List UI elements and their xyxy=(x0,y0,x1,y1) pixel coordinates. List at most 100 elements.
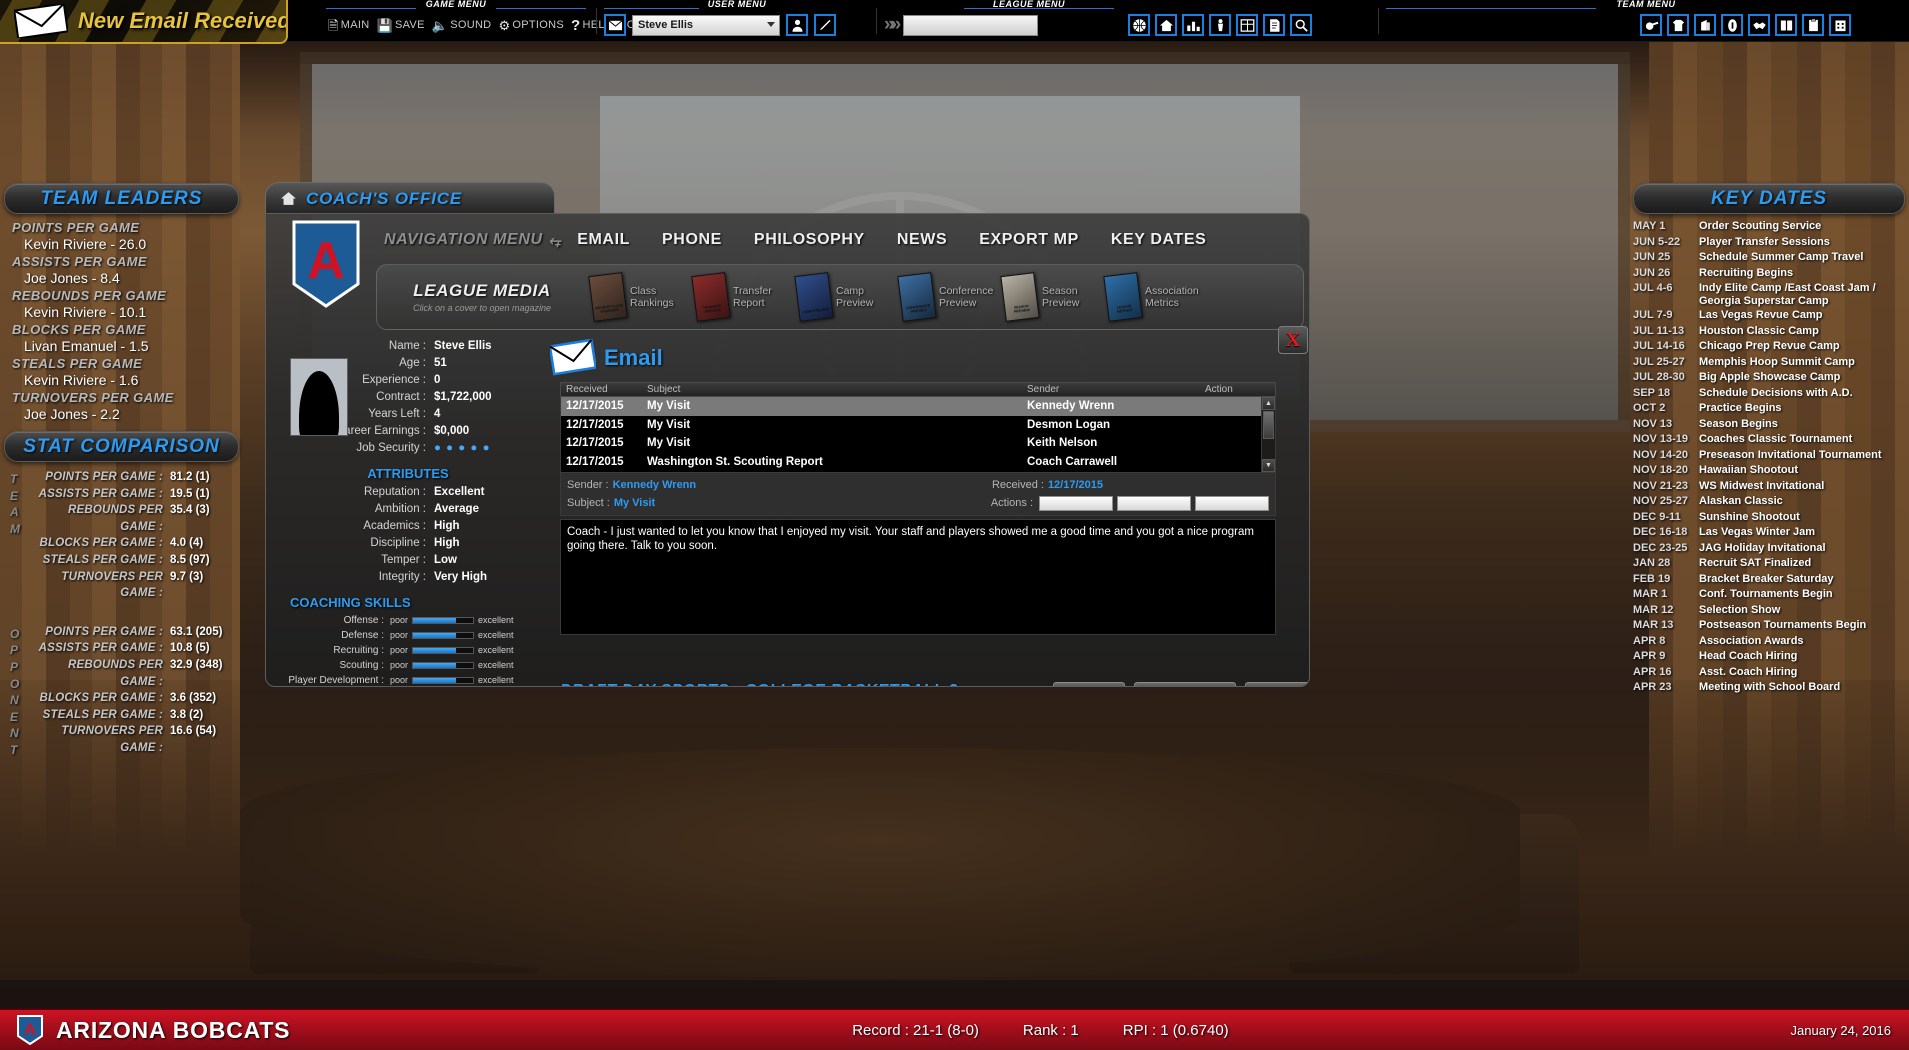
magazine-cover-item[interactable]: TRANSFER PREVIEW Transfer Report xyxy=(691,272,795,322)
nav-tab-news[interactable]: NEWS xyxy=(881,231,963,249)
magazine-cover-item[interactable]: SEASON PREVIEW Season Preview xyxy=(1000,272,1104,322)
user-edit-button[interactable] xyxy=(814,14,836,36)
magazine-cover-item[interactable]: LEAGUE METRICS Association Metrics xyxy=(1103,272,1207,322)
delete-all-checkbox[interactable] xyxy=(966,685,978,686)
magazine-cover-item[interactable]: CONFERENCE PREVIEW Conference Preview xyxy=(897,272,1001,322)
scrollbar-thumb[interactable] xyxy=(1263,411,1274,439)
user-select[interactable]: Steve Ellis xyxy=(632,14,780,36)
nav-tab-email[interactable]: EMAIL xyxy=(561,231,646,249)
action-slot-1[interactable] xyxy=(1039,495,1113,511)
whistle-icon xyxy=(1645,21,1658,30)
user-profile-button[interactable] xyxy=(786,14,808,36)
key-date-row: OCT 2 Practice Begins xyxy=(1633,401,1905,417)
nav-tab-export-mp[interactable]: EXPORT MP xyxy=(963,231,1095,249)
team-menu-buttons xyxy=(1640,11,1851,39)
key-date-row: JUL 4-6 Indy Elite Camp /East Coast Jam /… xyxy=(1633,281,1905,308)
close-icon[interactable]: X xyxy=(1278,326,1308,354)
attribute-row: Temper : Low xyxy=(282,552,534,569)
email-received: 12/17/2015 xyxy=(566,437,624,450)
team-roster-button[interactable] xyxy=(1667,14,1689,36)
email-row[interactable]: 12/17/2015 Washington St. Scouting Report… xyxy=(561,453,1275,472)
delete-button[interactable]: DELETE xyxy=(1052,682,1125,686)
skill-low-label: poor xyxy=(390,615,409,625)
team-coaching-button[interactable] xyxy=(1640,14,1662,36)
skill-label: Offense : xyxy=(343,615,384,626)
coaching-skill-row: Scouting : poor excellent xyxy=(282,658,534,673)
skill-high-label: excellent xyxy=(478,645,514,655)
email-footer: DRAFT DAY SPORTS : COLLEGE BASKETBALL 3 … xyxy=(560,682,1309,686)
magazine-cover-icon[interactable]: RECRUIT CLASS RANKINGS xyxy=(588,272,628,322)
email-row[interactable]: 12/17/2015 My Visit Kennedy Wrenn xyxy=(561,397,1275,416)
leader-value: Livan Emanuel - 1.5 xyxy=(24,338,149,354)
stat-row: BLOCKS PER GAME : 4.0 (4) xyxy=(32,535,239,552)
nav-tab-key-dates[interactable]: KEY DATES xyxy=(1095,231,1223,249)
stat-row: ASSISTS PER GAME : 10.8 (5) xyxy=(32,640,239,657)
game-menu-title: GAME MENU xyxy=(425,0,487,9)
menu-options[interactable]: ⚙ OPTIONS xyxy=(496,19,566,32)
sender-label: Sender : xyxy=(567,479,609,491)
magazine-cover-icon[interactable]: CONFERENCE PREVIEW xyxy=(897,272,937,322)
email-row[interactable]: 12/17/2015 My Visit Desmon Logan xyxy=(561,416,1275,435)
team-depth-button[interactable] xyxy=(1694,14,1716,36)
league-home-button[interactable] xyxy=(1155,14,1177,36)
league-standings-basketball-button[interactable] xyxy=(1128,14,1150,36)
magazine-cover-icon[interactable]: LEAGUE METRICS xyxy=(1103,272,1143,322)
team-facilities-button[interactable] xyxy=(1829,14,1851,36)
magazine-cover-icon[interactable]: CAMP PREVIEW xyxy=(794,272,834,322)
league-search-input[interactable] xyxy=(903,14,1039,36)
attribute-row: Discipline : High xyxy=(282,535,534,552)
menu-save[interactable]: 💾 SAVE xyxy=(374,19,426,32)
coach-info-value: 51 xyxy=(434,357,447,369)
scroll-down-icon[interactable]: ▼ xyxy=(1262,459,1275,472)
double-chevron-right-icon[interactable]: »» xyxy=(884,14,901,36)
standings-chart-icon xyxy=(1186,21,1200,31)
key-date-event: Sunshine Shootout xyxy=(1699,510,1800,523)
email-scrollbar[interactable]: ▲ ▼ xyxy=(1261,397,1275,472)
team-recruiting-button[interactable] xyxy=(1748,14,1770,36)
team-clipboard-button[interactable] xyxy=(1802,14,1824,36)
magazine-cover-icon[interactable]: SEASON PREVIEW xyxy=(1000,272,1040,322)
email-row[interactable]: 12/17/2015 My Visit Keith Nelson xyxy=(561,434,1275,453)
league-standings-button[interactable] xyxy=(1182,14,1204,36)
next-message-button[interactable]: NEXT MESSAGE xyxy=(1245,682,1309,686)
skill-low-label: poor xyxy=(390,675,409,685)
floppy-disk-icon: 💾 xyxy=(376,17,393,33)
key-date-event: JAG Holiday Invitational xyxy=(1699,541,1826,554)
skill-high-label: excellent xyxy=(478,660,514,670)
league-search-button[interactable] xyxy=(1290,14,1312,36)
leader-value: Joe Jones - 8.4 xyxy=(24,270,120,286)
key-date-event: Asst. Coach Hiring xyxy=(1699,665,1798,678)
key-date-row: JUL 11-13 Houston Classic Camp xyxy=(1633,324,1905,340)
stat-row: STEALS PER GAME : 8.5 (97) xyxy=(32,552,239,569)
key-date-date: NOV 13-19 xyxy=(1633,433,1689,445)
skill-label: Recruiting : xyxy=(333,645,384,656)
menu-save-label: SAVE xyxy=(394,19,425,31)
league-players-button[interactable] xyxy=(1209,14,1231,36)
user-mail-button[interactable] xyxy=(604,14,626,36)
team-info-button[interactable] xyxy=(1721,14,1743,36)
menu-sound[interactable]: 🔈 SOUND xyxy=(430,19,494,32)
menu-main[interactable]: 🗎 MAIN xyxy=(326,19,371,32)
league-reports-button[interactable] xyxy=(1263,14,1285,36)
key-date-date: FEB 19 xyxy=(1633,572,1671,585)
magazine-cover-item[interactable]: RECRUIT CLASS RANKINGS Class Rankings xyxy=(588,272,692,322)
nav-tab-phone[interactable]: PHONE xyxy=(646,231,738,249)
scroll-up-icon[interactable]: ▲ xyxy=(1262,397,1275,410)
email-sender: Desmon Logan xyxy=(1027,418,1111,431)
magazine-cover-item[interactable]: CAMP PREVIEW Camp Preview xyxy=(794,272,898,322)
leader-category: ASSISTS PER GAME xyxy=(12,254,147,269)
magazine-cover-icon[interactable]: TRANSFER PREVIEW xyxy=(691,272,731,322)
action-slot-3[interactable] xyxy=(1195,495,1269,511)
league-schedule-button[interactable] xyxy=(1236,14,1258,36)
coach-info-label: Name : xyxy=(388,340,426,352)
attribute-value: Low xyxy=(434,554,457,566)
league-media-subtitle: Click on a cover to open magazine xyxy=(412,303,552,313)
last-message-button[interactable]: LAST MESSAGE xyxy=(1133,682,1237,686)
team-playbook-button[interactable] xyxy=(1775,14,1797,36)
nav-tab-philosophy[interactable]: PHILOSOPHY xyxy=(738,231,881,249)
coachs-office-tab[interactable]: COACH'S OFFICE xyxy=(265,182,555,214)
new-email-toast[interactable]: New Email Received xyxy=(0,0,288,44)
action-slot-2[interactable] xyxy=(1117,495,1191,511)
stat-label: ASSISTS PER GAME : xyxy=(38,642,163,655)
key-date-date: MAR 12 xyxy=(1633,603,1674,616)
